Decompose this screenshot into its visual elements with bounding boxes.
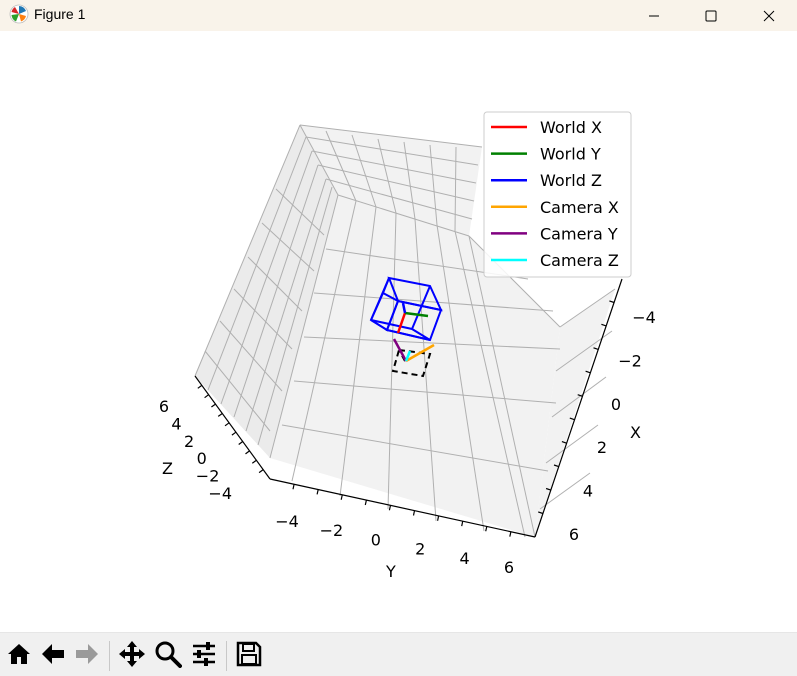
y-tick-mark	[292, 484, 295, 490]
x-axis-label: X	[630, 423, 641, 442]
y-tick-mark	[509, 531, 512, 537]
arrow-right-icon	[74, 641, 100, 671]
z-tick-label: −2	[196, 467, 220, 486]
magnifier-icon	[154, 640, 182, 672]
legend-label: Camera Z	[540, 251, 619, 270]
legend-label: World Z	[540, 171, 602, 190]
x-tick-label: 0	[611, 395, 621, 414]
y-tick-label: 6	[504, 558, 514, 577]
minimize-icon	[648, 10, 660, 22]
y-tick-mark	[412, 510, 416, 516]
maximize-button[interactable]	[683, 0, 739, 31]
y-tick-label: −4	[275, 512, 299, 531]
legend: World X World Y World Z Camera X Camera Y Cam…	[483, 111, 632, 278]
minimize-button[interactable]	[626, 0, 682, 31]
z-tick-mark	[224, 422, 230, 427]
z-tick-label: 4	[171, 414, 181, 433]
back-button[interactable]	[38, 641, 68, 671]
z-tick-label: 0	[197, 449, 207, 468]
x-tick-label: −2	[618, 351, 642, 370]
sliders-icon	[191, 641, 217, 671]
forward-button[interactable]	[72, 641, 102, 671]
z-tick-mark	[238, 441, 244, 445]
x-tick-label: −4	[632, 308, 656, 327]
maximize-icon	[705, 10, 717, 22]
y-tick-mark	[388, 505, 392, 511]
y-tick-label: 2	[415, 540, 425, 559]
x-tick-label: 4	[583, 482, 593, 501]
close-button[interactable]	[741, 0, 797, 31]
x-tick-label: 2	[597, 438, 607, 457]
z-tick-mark	[251, 459, 257, 464]
z-tick-mark	[245, 450, 250, 455]
y-tick-mark	[316, 489, 319, 495]
z-tick-mark	[197, 384, 203, 389]
z-tick-mark	[217, 413, 223, 417]
matplotlib-icon	[8, 3, 30, 25]
arrow-left-icon	[40, 641, 66, 671]
z-tick-mark	[204, 394, 209, 399]
y-tick-mark	[364, 499, 367, 506]
z-tick-label: 2	[184, 432, 194, 451]
toolbar-separator	[226, 641, 227, 671]
z-tick-mark	[258, 469, 264, 474]
z-tick-mark	[231, 431, 237, 436]
y-tick-mark	[485, 526, 488, 532]
3d-axes[interactable]: −4−20246−4 −2 0 2 4 6−4−20246 Z Y X Worl…	[0, 31, 797, 632]
home-icon	[6, 641, 32, 671]
save-button[interactable]	[234, 641, 264, 671]
home-button[interactable]	[4, 641, 34, 671]
window-titlebar: Figure 1	[0, 0, 797, 31]
legend-label: World X	[540, 118, 602, 137]
configure-subplots-button[interactable]	[189, 641, 219, 671]
legend-label: Camera Y	[540, 224, 618, 243]
window-title: Figure 1	[34, 6, 86, 22]
legend-label: World Y	[540, 145, 601, 164]
y-tick-label: −2	[320, 521, 344, 540]
y-tick-label: 0	[371, 530, 381, 549]
y-axis-label: Y	[385, 562, 396, 581]
z-tick-label: 6	[159, 397, 169, 416]
y-tick-mark	[437, 515, 440, 521]
y-tick-mark	[340, 494, 343, 500]
y-tick-label: 4	[460, 549, 470, 568]
z-axis-label: Z	[162, 459, 173, 478]
figure-canvas[interactable]: −4 −2 0 2 4 6 −4 −2 0 2 4 6 −4 −2 0 2 4 6 Z Y X	[0, 31, 797, 632]
x-tick-label: 6	[569, 525, 579, 544]
move-icon	[118, 640, 146, 672]
pan-button[interactable]	[117, 641, 147, 671]
y-tick-mark	[461, 521, 464, 527]
z-tick-mark	[211, 403, 216, 408]
floppy-disk-icon	[236, 641, 262, 671]
navigation-toolbar	[0, 632, 797, 676]
zoom-button[interactable]	[153, 641, 183, 671]
legend-label: Camera X	[540, 198, 619, 217]
toolbar-separator	[109, 641, 110, 671]
close-icon	[763, 10, 775, 22]
z-tick-label: −4	[208, 484, 232, 503]
